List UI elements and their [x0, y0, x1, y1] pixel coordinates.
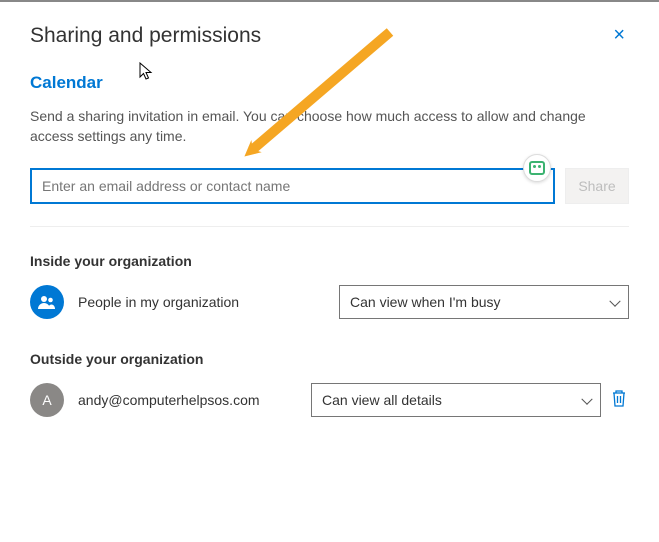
- calendar-description: Send a sharing invitation in email. You …: [30, 107, 629, 146]
- sharing-panel: Sharing and permissions × Calendar Send …: [0, 2, 659, 417]
- close-icon[interactable]: ×: [609, 20, 629, 51]
- divider: [30, 226, 629, 227]
- outside-contact-label: andy@computerhelpsos.com: [78, 392, 311, 408]
- header: Sharing and permissions ×: [30, 20, 629, 51]
- outside-org-row: A andy@computerhelpsos.com Can view all …: [30, 383, 629, 417]
- share-button[interactable]: Share: [565, 168, 629, 204]
- select-value: Can view when I'm busy: [350, 294, 501, 310]
- outside-org-title: Outside your organization: [30, 351, 629, 367]
- inside-org-title: Inside your organization: [30, 253, 629, 269]
- share-input-row: Share: [30, 168, 629, 204]
- inside-permission-select[interactable]: Can view when I'm busy: [339, 285, 629, 319]
- people-icon: [30, 285, 64, 319]
- inside-org-row: People in my organization Can view when …: [30, 285, 629, 319]
- password-manager-icon[interactable]: [523, 154, 551, 182]
- outside-permission-select[interactable]: Can view all details: [311, 383, 601, 417]
- calendar-subtitle: Calendar: [30, 73, 629, 93]
- trash-icon[interactable]: [611, 388, 629, 413]
- panel-title: Sharing and permissions: [30, 24, 261, 48]
- email-input[interactable]: [30, 168, 555, 204]
- contact-avatar: A: [30, 383, 64, 417]
- select-value: Can view all details: [322, 392, 442, 408]
- inside-org-label: People in my organization: [78, 294, 339, 310]
